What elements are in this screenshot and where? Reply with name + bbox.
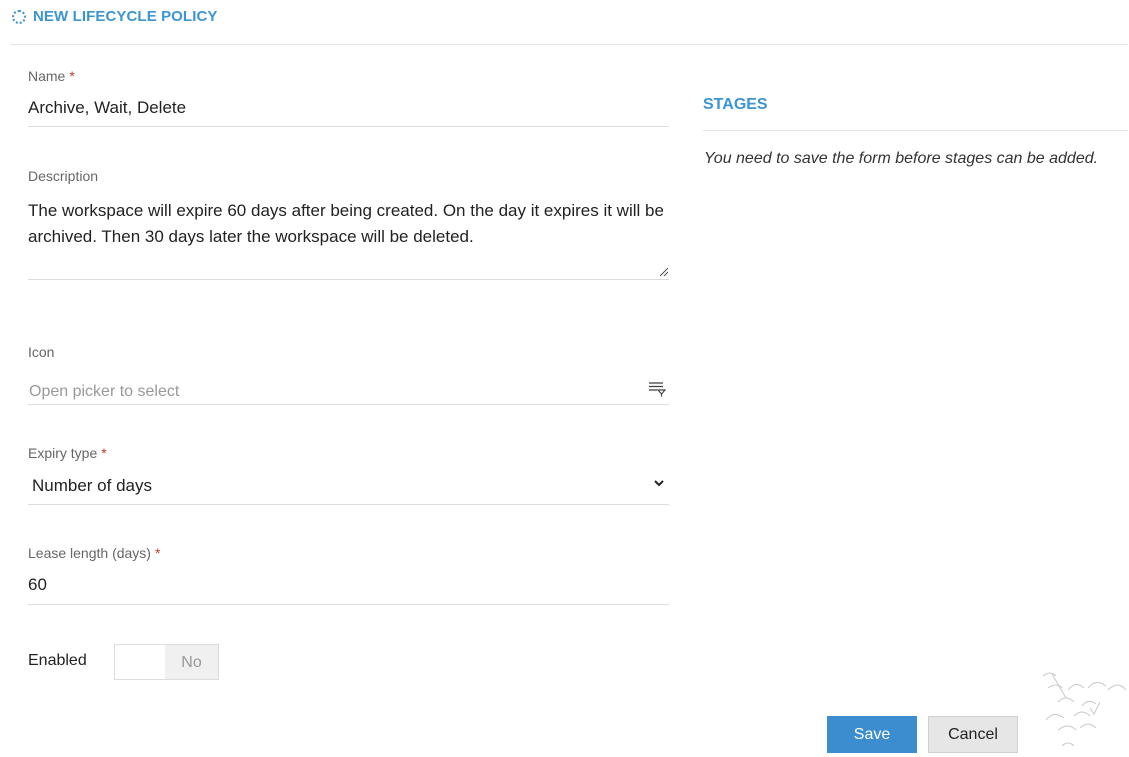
name-input[interactable]: Archive, Wait, Delete: [28, 98, 186, 118]
icon-underline: [28, 404, 669, 405]
stages-message: You need to save the form before stages …: [704, 150, 1099, 167]
decorative-circles-icon: [1042, 672, 1127, 747]
page-header: NEW LIFECYCLE POLICY: [0, 0, 1129, 45]
lease-length-field-group: Lease length (days) * 60: [28, 545, 669, 605]
expiry-type-label: Expiry type *: [28, 445, 107, 461]
icon-field-group: Icon Open picker to select: [28, 344, 669, 405]
header-divider: [10, 44, 1128, 45]
lease-length-input[interactable]: 60: [28, 575, 47, 595]
expiry-type-field-group: Expiry type * Number of days: [28, 445, 669, 505]
filter-list-icon[interactable]: [648, 381, 666, 397]
page-title: NEW LIFECYCLE POLICY: [33, 8, 218, 25]
loading-spinner-icon: [12, 10, 26, 24]
resize-handle-icon[interactable]: [660, 268, 668, 276]
expiry-type-underline: [28, 504, 669, 505]
save-button[interactable]: Save: [827, 716, 917, 753]
enabled-toggle[interactable]: No: [114, 644, 219, 680]
description-textarea[interactable]: The workspace will expire 60 days after …: [28, 198, 668, 250]
description-label: Description: [28, 168, 99, 184]
stages-heading: STAGES: [703, 96, 768, 113]
enabled-label: Enabled: [28, 652, 87, 669]
description-underline: [28, 279, 669, 280]
description-field-group: Description The workspace will expire 60…: [28, 168, 669, 281]
required-marker: *: [154, 545, 161, 561]
lease-length-label: Lease length (days) *: [28, 545, 161, 561]
lease-length-underline: [28, 604, 669, 605]
name-label: Name *: [28, 68, 75, 84]
name-underline: [28, 126, 669, 127]
name-field-group: Name * Archive, Wait, Delete: [28, 68, 669, 128]
cancel-button[interactable]: Cancel: [928, 716, 1018, 753]
icon-label: Icon: [28, 344, 55, 360]
toggle-state-label: No: [165, 645, 218, 679]
chevron-down-icon[interactable]: [653, 478, 665, 488]
icon-picker-input[interactable]: Open picker to select: [29, 383, 179, 401]
required-marker: *: [69, 68, 75, 84]
stages-divider: [703, 130, 1128, 131]
required-marker: *: [101, 445, 107, 461]
expiry-type-select[interactable]: Number of days: [32, 476, 152, 496]
